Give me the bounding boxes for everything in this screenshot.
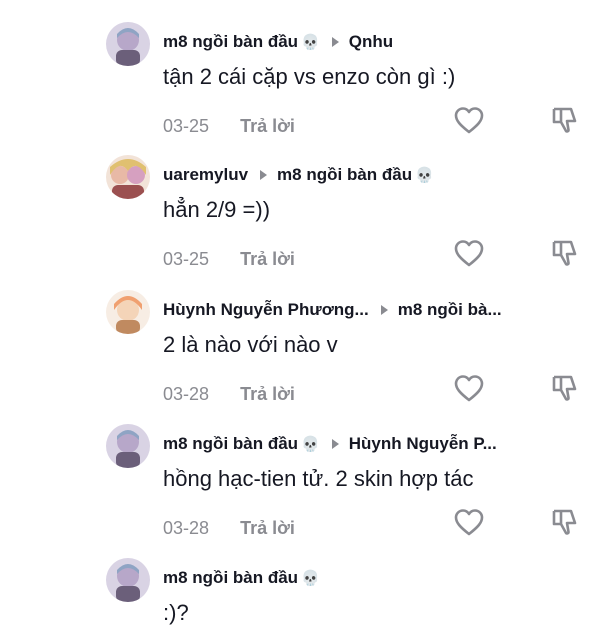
comment-text: hồng hạc-tien tử. 2 skin hợp tác — [163, 466, 474, 491]
thumbs-down-icon[interactable] — [549, 105, 581, 137]
reply-arrow-icon — [380, 305, 388, 315]
reply-button[interactable]: Trả lời — [240, 116, 295, 136]
avatar[interactable] — [106, 22, 150, 66]
comment-header: Hùynh Nguyễn Phương... m8 ngồi bà... — [163, 300, 583, 320]
comment-date: 03-28 — [163, 518, 210, 538]
avatar[interactable] — [106, 155, 150, 199]
avatar[interactable] — [106, 558, 150, 602]
comment-date: 03-28 — [163, 384, 210, 404]
comment-text: hẳn 2/9 =)) — [163, 197, 271, 222]
comment-meta: 03-25 Trả lời — [163, 116, 295, 137]
thumbs-down-icon[interactable] — [549, 373, 581, 405]
comment-text: 2 là nào với nào v — [163, 332, 338, 357]
reply-arrow-icon — [331, 37, 339, 47]
avatar[interactable] — [106, 290, 150, 334]
comment-date: 03-25 — [163, 249, 210, 269]
heart-icon[interactable] — [453, 507, 485, 539]
heart-icon[interactable] — [453, 373, 485, 405]
skull-emoji-icon: 💀 — [301, 34, 320, 51]
comment-header: m8 ngồi bàn đầu 💀 Qnhu — [163, 32, 583, 52]
reply-to-name[interactable]: m8 ngồi bàn đầu — [277, 165, 412, 185]
heart-icon[interactable] — [453, 238, 485, 270]
comment-meta: 03-28 Trả lời — [163, 384, 295, 405]
comment-header: m8 ngồi bàn đầu 💀 Hùynh Nguyễn P... — [163, 434, 583, 454]
skull-emoji-icon: 💀 — [301, 436, 320, 453]
comment-meta: 03-28 Trả lời — [163, 518, 295, 539]
reply-arrow-icon — [260, 170, 268, 180]
comment-text: tận 2 cái cặp vs enzo còn gì :) — [163, 64, 456, 89]
thumbs-down-icon[interactable] — [549, 507, 581, 539]
author-name[interactable]: m8 ngồi bàn đầu — [163, 434, 298, 454]
comment-meta: 03-25 Trả lời — [163, 249, 295, 270]
author-name[interactable]: uaremyluv — [163, 165, 248, 185]
author-name[interactable]: m8 ngồi bàn đầu — [163, 568, 298, 588]
skull-emoji-icon: 💀 — [415, 167, 434, 184]
avatar[interactable] — [106, 424, 150, 468]
author-name[interactable]: Hùynh Nguyễn Phương... — [163, 300, 369, 320]
comment-header: m8 ngồi bàn đầu 💀 — [163, 568, 583, 588]
reply-to-name[interactable]: Qnhu — [349, 32, 393, 52]
skull-emoji-icon: 💀 — [301, 570, 320, 587]
author-name[interactable]: m8 ngồi bàn đầu — [163, 32, 298, 52]
thumbs-down-icon[interactable] — [549, 238, 581, 270]
reply-to-name[interactable]: m8 ngồi bà... — [398, 300, 502, 320]
comment-date: 03-25 — [163, 116, 210, 136]
reply-arrow-icon — [331, 439, 339, 449]
reply-to-name[interactable]: Hùynh Nguyễn P... — [349, 434, 497, 454]
comment-text: :)? — [163, 600, 189, 625]
reply-button[interactable]: Trả lời — [240, 384, 295, 404]
reply-button[interactable]: Trả lời — [240, 249, 295, 269]
comment-header: uaremyluv m8 ngồi bàn đầu 💀 — [163, 165, 583, 185]
heart-icon[interactable] — [453, 105, 485, 137]
reply-button[interactable]: Trả lời — [240, 518, 295, 538]
